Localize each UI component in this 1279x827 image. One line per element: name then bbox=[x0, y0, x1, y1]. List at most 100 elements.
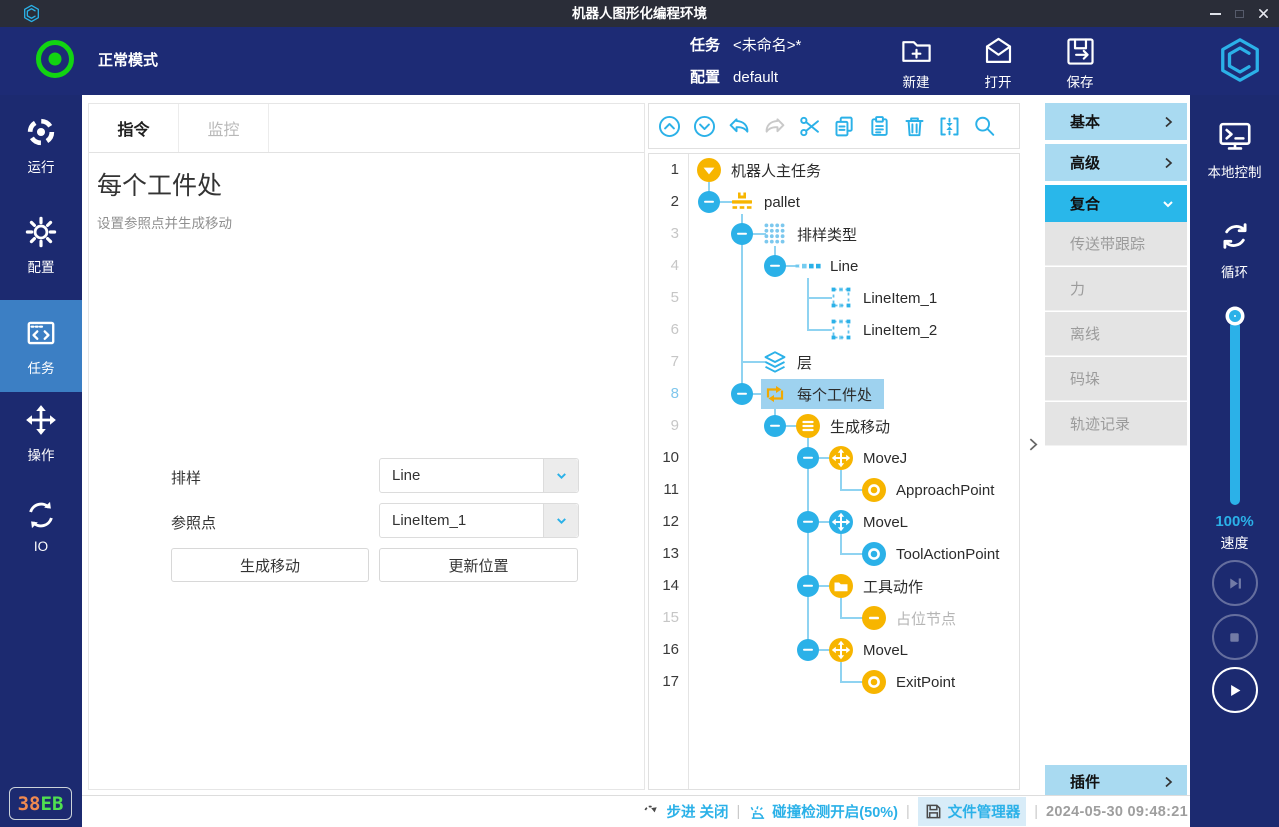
tree-node-label: ExitPoint bbox=[896, 674, 955, 691]
cut-icon[interactable] bbox=[794, 111, 825, 142]
category-item-力[interactable]: 力 bbox=[1045, 267, 1187, 311]
collapse-node-button[interactable] bbox=[797, 639, 819, 661]
chevron-right-icon bbox=[1161, 115, 1175, 129]
local-control-button[interactable]: 本地控制 bbox=[1190, 117, 1279, 181]
tab-monitor[interactable]: 监控 bbox=[179, 104, 269, 152]
tree-node-ToolActionPoint[interactable]: ToolActionPoint bbox=[860, 539, 1011, 569]
file-manager-button[interactable]: 文件管理器 bbox=[918, 797, 1027, 826]
open-button[interactable]: 打开 bbox=[974, 34, 1022, 91]
layers-icon bbox=[762, 349, 788, 375]
window-controls bbox=[1203, 0, 1275, 27]
collapse-node-button[interactable] bbox=[764, 415, 786, 437]
line-number: 7 bbox=[651, 346, 679, 378]
gear-icon bbox=[24, 215, 58, 249]
code-window-icon bbox=[24, 316, 58, 350]
pattern-select-value: Line bbox=[380, 459, 543, 492]
tree-node-LineItem_1[interactable]: LineItem_1 bbox=[827, 283, 949, 313]
new-button[interactable]: 新建 bbox=[892, 34, 940, 91]
chevron-down-icon bbox=[1161, 197, 1175, 211]
tree-node-ExitPoint[interactable]: ExitPoint bbox=[860, 667, 967, 697]
status-timestamp: 2024-05-30 09:48:21 bbox=[1046, 804, 1188, 820]
tree-node-生成移动[interactable]: 生成移动 bbox=[794, 411, 902, 441]
category-group-基本[interactable]: 基本 bbox=[1045, 103, 1187, 140]
refpoint-select[interactable]: LineItem_1 bbox=[379, 503, 579, 538]
tree-node-占位节点[interactable]: 占位节点 bbox=[860, 603, 968, 633]
sidebar-item-config[interactable]: 配置 bbox=[0, 215, 82, 276]
category-item-离线[interactable]: 离线 bbox=[1045, 312, 1187, 356]
tree-node-ApproachPoint[interactable]: ApproachPoint bbox=[860, 475, 1006, 505]
tree-node-机器人主任务[interactable]: 机器人主任务 bbox=[695, 155, 833, 185]
tree-node-Line[interactable]: Line bbox=[794, 251, 870, 281]
category-group-高级[interactable]: 高级 bbox=[1045, 144, 1187, 181]
collapse-node-button[interactable] bbox=[764, 255, 786, 277]
speed-label: 速度 bbox=[1190, 533, 1279, 553]
save-button[interactable]: 保存 bbox=[1056, 34, 1104, 91]
tree-node-LineItem_2[interactable]: LineItem_2 bbox=[827, 315, 949, 345]
expand-down-icon[interactable] bbox=[689, 111, 720, 142]
tree-node-MoveL[interactable]: MoveL bbox=[827, 507, 920, 537]
panel-collapse-handle[interactable] bbox=[1020, 103, 1045, 790]
tree-node-MoveL[interactable]: MoveL bbox=[827, 635, 920, 665]
tree-node-label: 机器人主任务 bbox=[731, 160, 821, 181]
undo-icon[interactable] bbox=[724, 111, 755, 142]
tree-node-工具动作[interactable]: 工具动作 bbox=[827, 571, 935, 601]
separator: | bbox=[906, 804, 910, 820]
brand-logo-icon bbox=[1216, 36, 1264, 84]
sidebar-item-run[interactable]: 运行 bbox=[0, 115, 82, 176]
collapse-node-button[interactable] bbox=[797, 575, 819, 597]
line-number: 4 bbox=[651, 250, 679, 282]
local-control-label: 本地控制 bbox=[1208, 161, 1262, 181]
close-button[interactable] bbox=[1251, 0, 1275, 27]
category-item-轨迹记录[interactable]: 轨迹记录 bbox=[1045, 402, 1187, 446]
category-item-传送带跟踪[interactable]: 传送带跟踪 bbox=[1045, 222, 1187, 266]
collapse-node-button[interactable] bbox=[797, 447, 819, 469]
collapse-up-icon[interactable] bbox=[654, 111, 685, 142]
tree-node-pallet[interactable]: pallet bbox=[728, 187, 812, 217]
collapse-node-button[interactable] bbox=[698, 191, 720, 213]
update-position-button[interactable]: 更新位置 bbox=[379, 548, 578, 582]
plugin-group-header[interactable]: 插件 bbox=[1045, 765, 1187, 798]
maximize-button[interactable] bbox=[1227, 0, 1251, 27]
tree-node-MoveJ[interactable]: MoveJ bbox=[827, 443, 919, 473]
sidebar-item-task[interactable]: 任务 bbox=[0, 300, 82, 392]
minimize-button[interactable] bbox=[1203, 0, 1227, 27]
search-icon[interactable] bbox=[969, 111, 1000, 142]
stop-button[interactable] bbox=[1212, 614, 1258, 660]
loop-label: 循环 bbox=[1221, 261, 1248, 281]
step-forward-button[interactable] bbox=[1212, 560, 1258, 606]
generate-move-button[interactable]: 生成移动 bbox=[171, 548, 369, 582]
titlebar: 机器人图形化编程环境 bbox=[0, 0, 1279, 27]
tree-node-label: LineItem_1 bbox=[863, 290, 937, 307]
task-info: 任务 <未命名>* 配置 default bbox=[690, 36, 801, 100]
fold-icon[interactable] bbox=[934, 111, 965, 142]
pattern-select[interactable]: Line bbox=[379, 458, 579, 493]
tab-command[interactable]: 指令 bbox=[89, 104, 179, 152]
category-group-复合[interactable]: 复合 bbox=[1045, 185, 1187, 222]
collision-detect-status[interactable]: 碰撞检测开启(50%) bbox=[748, 801, 898, 822]
line-number: 1 bbox=[651, 154, 679, 186]
collapse-node-button[interactable] bbox=[731, 223, 753, 245]
copy-icon[interactable] bbox=[829, 111, 860, 142]
category-item-码垛[interactable]: 码垛 bbox=[1045, 357, 1187, 401]
speed-percent: 100% bbox=[1190, 513, 1279, 530]
delete-icon[interactable] bbox=[899, 111, 930, 142]
status-text: 文件管理器 bbox=[948, 801, 1021, 822]
play-button[interactable] bbox=[1212, 667, 1258, 713]
line-number: 9 bbox=[651, 410, 679, 442]
folder-yellow-icon bbox=[828, 573, 854, 599]
speed-slider-knob[interactable] bbox=[1229, 310, 1241, 322]
line-number: 15 bbox=[651, 602, 679, 634]
collapse-node-button[interactable] bbox=[797, 511, 819, 533]
sidebar-item-io[interactable]: IO bbox=[0, 498, 82, 554]
sidebar-item-operate[interactable]: 操作 bbox=[0, 403, 82, 464]
tree-node-每个工件处[interactable]: 每个工件处 bbox=[761, 379, 884, 409]
tree-toolbar bbox=[648, 103, 1020, 149]
collapse-node-button[interactable] bbox=[731, 383, 753, 405]
paste-icon[interactable] bbox=[864, 111, 895, 142]
speed-slider[interactable] bbox=[1230, 321, 1240, 505]
tree-node-层[interactable]: 层 bbox=[761, 347, 824, 377]
step-mode-status[interactable]: 步进 关闭 bbox=[642, 801, 728, 822]
line-number: 6 bbox=[651, 314, 679, 346]
tree-node-排样类型[interactable]: 排样类型 bbox=[761, 219, 869, 249]
loop-button[interactable]: 循环 bbox=[1190, 217, 1279, 281]
